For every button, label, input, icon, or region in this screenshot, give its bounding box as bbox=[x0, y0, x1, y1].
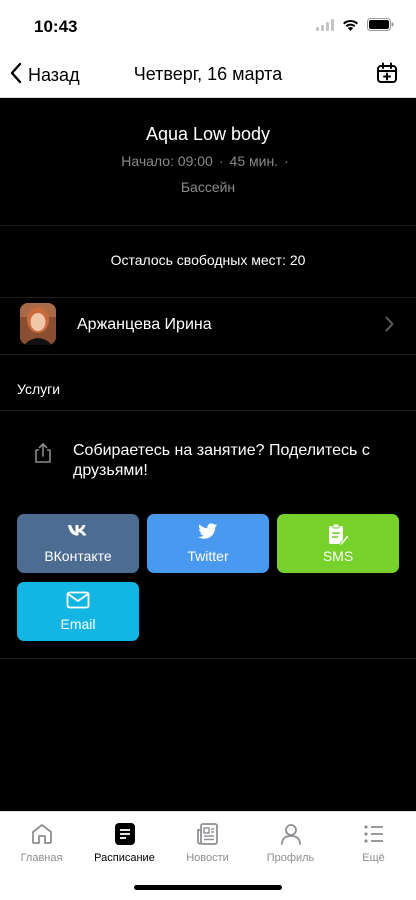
trainer-row[interactable]: Аржанцева Ирина bbox=[0, 298, 416, 354]
add-to-calendar-button[interactable] bbox=[376, 62, 398, 89]
share-sms-button[interactable]: SMS bbox=[277, 514, 399, 573]
tab-news[interactable]: Новости bbox=[166, 820, 249, 870]
free-seats: Осталось свободных мест: 20 bbox=[110, 252, 306, 268]
calendar-plus-icon bbox=[376, 62, 398, 88]
tab-profile[interactable]: Профиль bbox=[249, 820, 332, 870]
battery-icon bbox=[367, 18, 394, 36]
share-prompt: Собираетесь на занятие? Поделитесь с дру… bbox=[0, 438, 416, 484]
profile-icon bbox=[249, 820, 332, 848]
tab-label: Профиль bbox=[266, 852, 315, 864]
news-icon bbox=[166, 820, 249, 848]
divider bbox=[0, 410, 416, 411]
divider bbox=[0, 354, 416, 355]
status-bar: 10:43 bbox=[0, 0, 416, 54]
tab-label: Расписание bbox=[94, 852, 155, 864]
share-vk-label: ВКонтакте bbox=[44, 548, 112, 564]
tab-label: Ещё bbox=[362, 852, 385, 864]
vk-icon bbox=[17, 523, 139, 537]
schedule-icon bbox=[83, 820, 166, 848]
location: Бассейн bbox=[180, 179, 236, 195]
signal-icon bbox=[316, 18, 334, 36]
tab-label: Главная bbox=[20, 852, 63, 864]
share-email-button[interactable]: Email bbox=[17, 582, 139, 641]
share-vk-button[interactable]: ВКонтакте bbox=[17, 514, 139, 573]
separator-dot: · bbox=[218, 153, 224, 169]
session-details: Aqua Low body Начало: 09:00 · 45 мин. · Бас… bbox=[0, 98, 416, 811]
status-time: 10:43 bbox=[34, 17, 78, 36]
session-meta: Начало: 09:00 · 45 мин. · bbox=[0, 153, 416, 169]
twitter-icon bbox=[147, 523, 269, 540]
tab-more[interactable]: Ещё bbox=[332, 820, 415, 870]
share-text: Собираетесь на занятие? Поделитесь с дру… bbox=[73, 442, 370, 479]
tab-home[interactable]: Главная bbox=[0, 820, 83, 870]
divider bbox=[0, 658, 416, 659]
duration: 45 мин. bbox=[229, 153, 279, 169]
more-icon bbox=[332, 820, 415, 848]
status-icons bbox=[316, 18, 394, 36]
home-icon bbox=[0, 820, 83, 848]
share-icon bbox=[34, 442, 52, 469]
share-email-label: Email bbox=[60, 616, 96, 632]
page-title: Четверг, 16 марта bbox=[133, 64, 283, 84]
divider bbox=[0, 225, 416, 226]
share-sms-label: SMS bbox=[322, 548, 354, 564]
share-twitter-label: Twitter bbox=[187, 548, 229, 564]
class-title: Aqua Low body bbox=[145, 124, 271, 144]
sms-icon bbox=[277, 523, 399, 547]
tab-schedule[interactable]: Расписание bbox=[83, 820, 166, 870]
navigation-bar: Назад Четверг, 16 марта bbox=[0, 54, 416, 98]
separator-dot: · bbox=[284, 153, 289, 169]
trainer-name: Аржанцева Ирина bbox=[77, 316, 212, 333]
start-time: Начало: 09:00 bbox=[121, 153, 213, 169]
share-twitter-button[interactable]: Twitter bbox=[147, 514, 269, 573]
email-icon bbox=[17, 591, 139, 609]
wifi-icon bbox=[342, 18, 359, 36]
tab-label: Новости bbox=[186, 852, 229, 864]
home-indicator bbox=[134, 885, 282, 890]
avatar bbox=[20, 303, 56, 345]
services-label: Услуги bbox=[17, 381, 61, 397]
chevron-right-icon bbox=[385, 316, 394, 337]
